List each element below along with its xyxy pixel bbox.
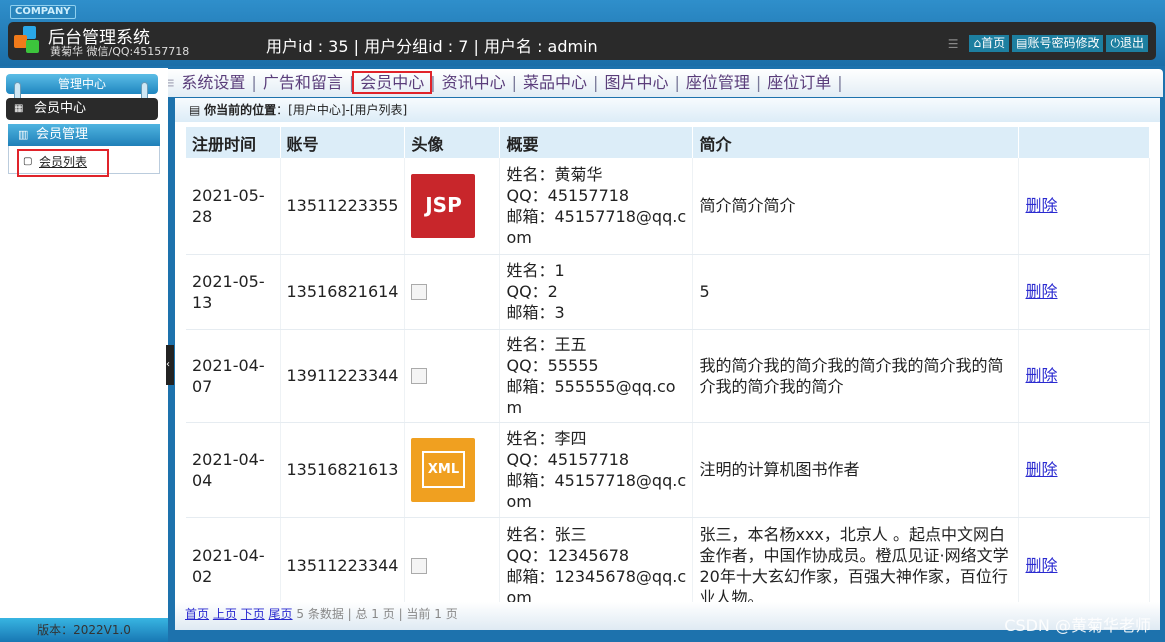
- reg-date: 2021-04-07: [186, 329, 281, 423]
- menu-lines-icon: ☰: [947, 36, 959, 51]
- account: 13516821614: [280, 254, 406, 330]
- user-info: 用户id : 35 | 用户分组id : 7 | 用户名 : admin: [266, 37, 598, 56]
- sidebar-header: 管理中心: [6, 74, 158, 94]
- broken-image-icon: [411, 557, 428, 574]
- system-subtitle: 黄菊华 微信/QQ:45157718: [50, 45, 190, 58]
- sidebar-group-member[interactable]: ▥ 会员管理: [8, 124, 160, 146]
- grid-icon: ▦: [14, 103, 24, 114]
- nav-seats[interactable]: 座位管理: [680, 73, 756, 92]
- summary: 姓名：黄菊华 QQ：45157718 邮箱：45157718@qq.com: [499, 158, 694, 255]
- reg-date: 2021-04-04: [186, 422, 281, 518]
- change-password-button[interactable]: ▤账号密码修改: [1012, 35, 1104, 52]
- delete-link[interactable]: 删除: [1025, 196, 1057, 215]
- table-row: 2021-05-28 13511223355 JSP 姓名：黄菊华 QQ：4515771…: [186, 158, 1150, 255]
- account: 13511223355: [280, 158, 406, 255]
- home-icon: ⌂: [973, 36, 982, 50]
- page-info: 5 条数据 | 总 1 页 | 当前 1 页: [296, 607, 458, 621]
- table-row: 2021-04-04 13516821613 XML 姓名：李四 QQ：45157718…: [186, 422, 1150, 518]
- intro: 我的简介我的简介我的简介我的简介我的简介我的简介我的简介: [692, 329, 1020, 423]
- col-summary: 概要: [499, 127, 694, 158]
- delete-link[interactable]: 删除: [1025, 460, 1057, 479]
- broken-image-icon: [411, 283, 428, 300]
- nav-system-settings[interactable]: 系统设置: [175, 73, 251, 92]
- account: 13516821613: [280, 422, 406, 518]
- table-icon: ▤: [189, 103, 205, 117]
- col-intro: 简介: [692, 127, 1020, 158]
- last-page-link[interactable]: 尾页: [269, 607, 293, 621]
- version-label: 版本：2022V1.0: [0, 618, 168, 642]
- account: 13511223344: [280, 517, 406, 615]
- sidebar-section[interactable]: ▦ 会员中心: [6, 98, 158, 120]
- delete-link[interactable]: 删除: [1025, 282, 1057, 301]
- nav-seat-orders[interactable]: 座位订单: [761, 73, 837, 92]
- col-account: 账号: [280, 127, 406, 158]
- nav-dishes[interactable]: 菜品中心: [517, 73, 593, 92]
- intro: 简介简介简介: [692, 158, 1020, 255]
- broken-image-icon: [411, 367, 428, 384]
- power-icon: ⏻: [1110, 36, 1120, 50]
- summary: 姓名：李四 QQ：45157718 邮箱：45157718@qq.com: [499, 422, 694, 518]
- reg-date: 2021-05-13: [186, 254, 281, 330]
- reg-date: 2021-05-28: [186, 158, 281, 255]
- first-page-link[interactable]: 首页: [185, 607, 209, 621]
- summary: 姓名：王五 QQ：55555 邮箱：555555@qq.com: [499, 329, 694, 423]
- table-row: 2021-05-13 13516821614 姓名：1 QQ：2 邮箱：3 5 删除: [186, 254, 1150, 330]
- delete-link[interactable]: 删除: [1025, 366, 1057, 385]
- company-logo: COMPANY: [10, 5, 76, 19]
- page-icon: ▢: [23, 156, 33, 167]
- breadcrumb: ▤ 你当前的位置：[用户中心]-[用户列表]: [175, 98, 1160, 122]
- intro: 张三，本名杨xxx，北京人 。起点中文网白金作者，中国作协成员。橙瓜见证·网络文…: [692, 517, 1020, 615]
- intro: 注明的计算机图书作者: [692, 422, 1020, 518]
- next-page-link[interactable]: 下页: [241, 607, 265, 621]
- prev-page-link[interactable]: 上页: [213, 607, 237, 621]
- sidebar: 管理中心 ▦ 会员中心 ▥ 会员管理 ▢ 会员列表: [0, 68, 168, 642]
- col-date: 注册时间: [186, 127, 281, 158]
- top-header: COMPANY 后台管理系统 黄菊华 微信/QQ:45157718 用户id :…: [0, 0, 1165, 66]
- table-row: 2021-04-07 13911223344 姓名：王五 QQ：55555 邮箱：555…: [186, 329, 1150, 423]
- reg-date: 2021-04-02: [186, 517, 281, 615]
- book-icon: ▥: [18, 128, 29, 141]
- summary: 姓名：张三 QQ：12345678 邮箱：12345678@qq.com: [499, 517, 694, 615]
- member-table: 注册时间 账号 头像 概要 简介 2021-05-28 13511223355 JS…: [186, 127, 1150, 615]
- nav-news[interactable]: 资讯中心: [436, 73, 512, 92]
- watermark: CSDN @黄菊华老师: [1004, 616, 1151, 635]
- nav-images[interactable]: 图片中心: [598, 73, 674, 92]
- summary: 姓名：1 QQ：2 邮箱：3: [499, 254, 694, 330]
- nav-ads[interactable]: 广告和留言: [257, 73, 349, 92]
- avatar-image: JSP: [411, 173, 476, 238]
- main-content: ▤ 你当前的位置：[用户中心]-[用户列表] 注册时间 账号 头像 概要 简介 …: [175, 98, 1160, 630]
- col-action: [1018, 127, 1150, 158]
- title-bar: 后台管理系统 黄菊华 微信/QQ:45157718 用户id : 35 | 用户…: [8, 22, 1156, 60]
- logout-button[interactable]: ⏻退出: [1106, 35, 1148, 52]
- delete-link[interactable]: 删除: [1025, 556, 1057, 575]
- top-nav: ≡ 系统设置 | 广告和留言 | 会员中心 | 资讯中心 | 菜品中心 | 图片中心 | 座位管理 | 座位订…: [160, 69, 1163, 97]
- table-row: 2021-04-02 13511223344 姓名：张三 QQ：12345678 邮箱：…: [186, 517, 1150, 615]
- sidebar-item-member-list[interactable]: ▢ 会员列表: [17, 149, 109, 177]
- avatar-image: XML: [411, 437, 476, 502]
- intro: 5: [692, 254, 1020, 330]
- cubes-logo-icon: [14, 26, 44, 56]
- collapse-sidebar-handle[interactable]: ‹: [166, 345, 174, 385]
- account: 13911223344: [280, 329, 406, 423]
- col-avatar: 头像: [404, 127, 501, 158]
- home-button[interactable]: ⌂首页: [969, 35, 1010, 52]
- nav-member-center[interactable]: 会员中心: [352, 71, 433, 94]
- list-icon: ▤: [1016, 36, 1028, 50]
